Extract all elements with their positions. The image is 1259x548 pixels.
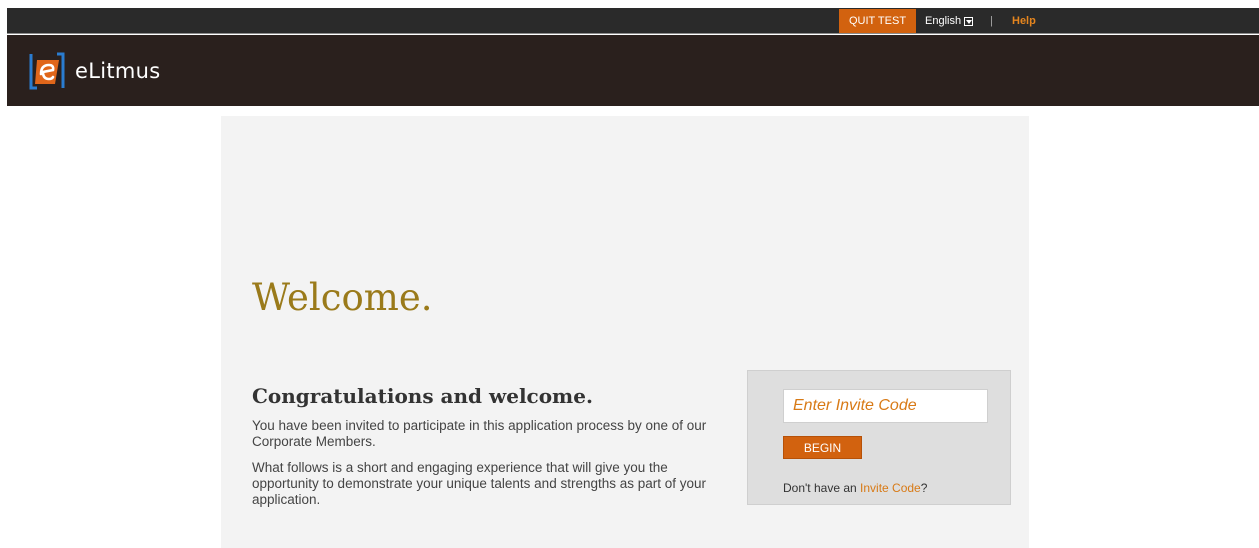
welcome-text: Welcome — [252, 276, 421, 319]
separator: | — [990, 15, 993, 27]
top-bar: QUIT TEST English | Help — [7, 8, 1259, 34]
site-header: eLitmus — [7, 35, 1259, 106]
invite-code-input[interactable] — [783, 389, 988, 423]
elitmus-logo-icon — [29, 52, 65, 90]
welcome-dot: . — [420, 276, 433, 319]
no-code-prefix: Don't have an — [783, 481, 861, 495]
description-paragraph: What follows is a short and engaging exp… — [252, 460, 707, 507]
dropdown-arrow-icon — [964, 16, 974, 26]
invite-code-box: BEGIN Don't have an Invite Code? — [747, 370, 1011, 505]
language-selector[interactable]: English — [925, 8, 974, 34]
intro-paragraph: You have been invited to participate in … — [252, 418, 707, 449]
congrats-heading: Congratulations and welcome. — [252, 384, 593, 408]
language-label: English — [925, 15, 962, 27]
no-invite-code-text: Don't have an Invite Code? — [783, 481, 927, 495]
no-code-suffix: ? — [920, 481, 928, 495]
welcome-heading: Welcome. — [252, 276, 433, 319]
invite-code-link[interactable]: Invite Code — [860, 481, 921, 495]
begin-button[interactable]: BEGIN — [783, 436, 862, 459]
brand-name: eLitmus — [75, 59, 161, 83]
quit-test-button[interactable]: QUIT TEST — [839, 9, 917, 33]
welcome-panel: Welcome. Congratulations and welcome. Yo… — [221, 116, 1029, 548]
help-link[interactable]: Help — [1012, 8, 1036, 34]
